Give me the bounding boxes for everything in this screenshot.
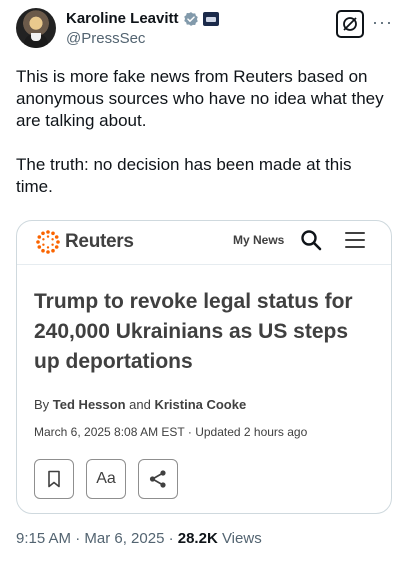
tweet-footer: 9:15 AM · Mar 6, 2025 · 28.2K Views bbox=[16, 530, 262, 547]
grok-button[interactable] bbox=[336, 10, 364, 38]
card-byline: By Ted Hesson and Kristina Cooke bbox=[34, 397, 246, 412]
bookmark-button[interactable] bbox=[34, 459, 74, 499]
reuters-logo-icon bbox=[36, 230, 60, 254]
tweet-timestamp[interactable]: 9:15 AM · Mar 6, 2025 · bbox=[16, 530, 174, 547]
share-button[interactable] bbox=[138, 459, 178, 499]
display-name[interactable]: Karoline Leavitt bbox=[66, 10, 179, 27]
byline-prefix: By bbox=[34, 397, 50, 412]
link-card[interactable]: Reuters My News Trump to revoke legal st… bbox=[16, 220, 392, 514]
grok-icon bbox=[343, 17, 357, 31]
more-options-icon[interactable]: ··· bbox=[372, 12, 393, 33]
tweet-text: This is more fake news from Reuters base… bbox=[16, 66, 386, 198]
verified-badge-icon bbox=[183, 11, 198, 26]
reuters-logo: Reuters bbox=[35, 229, 134, 255]
card-nav-bar: Reuters My News bbox=[17, 221, 391, 265]
name-row: Karoline Leavitt bbox=[66, 10, 219, 27]
handle[interactable]: @PressSec bbox=[66, 30, 145, 47]
tweet-paragraph-1: This is more fake news from Reuters base… bbox=[16, 67, 384, 130]
card-headline[interactable]: Trump to revoke legal status for 240,000… bbox=[34, 287, 374, 377]
reuters-wordmark: Reuters bbox=[65, 231, 134, 252]
views-label: Views bbox=[221, 530, 262, 547]
bookmark-icon bbox=[48, 470, 60, 488]
share-icon bbox=[149, 470, 166, 488]
byline-author-2[interactable]: Kristina Cooke bbox=[154, 397, 246, 412]
avatar[interactable] bbox=[16, 8, 56, 48]
views-count: 28.2K bbox=[177, 530, 218, 547]
tweet-header: Karoline Leavitt @PressSec ··· bbox=[0, 0, 408, 60]
text-size-label: Aa bbox=[96, 470, 116, 487]
affiliation-badge-icon[interactable] bbox=[202, 11, 219, 26]
text-size-button[interactable]: Aa bbox=[86, 459, 126, 499]
card-dateline: March 6, 2025 8:08 AM EST · Updated 2 ho… bbox=[34, 425, 308, 439]
hamburger-menu-icon[interactable] bbox=[345, 232, 365, 248]
tweet-paragraph-2: The truth: no decision has been made at … bbox=[16, 155, 352, 196]
my-news-link[interactable]: My News bbox=[233, 233, 284, 247]
byline-author-1[interactable]: Ted Hesson bbox=[53, 397, 126, 412]
byline-and: and bbox=[129, 397, 151, 412]
search-icon[interactable] bbox=[299, 228, 323, 252]
